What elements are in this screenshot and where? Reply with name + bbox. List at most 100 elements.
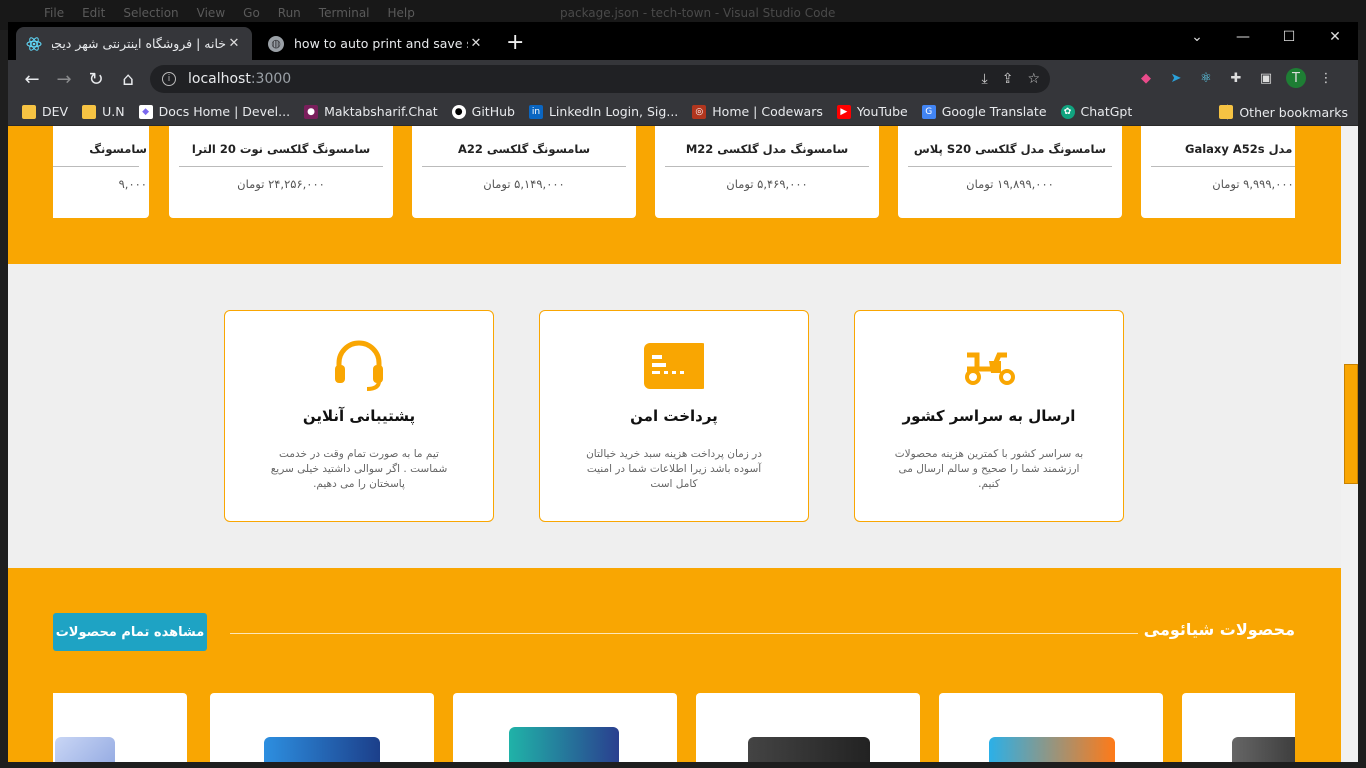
product-price: ۱۹,۸۹۹,۰۰۰ تومان xyxy=(966,177,1054,191)
reload-icon[interactable]: ↻ xyxy=(80,63,112,95)
linkedin-icon: in xyxy=(528,104,543,119)
install-icon[interactable]: ⤓ xyxy=(982,71,988,87)
product-card[interactable]: سامسونگ مدل گلکسی S20 پلاس ۱۹,۸۹۹,۰۰۰ تو… xyxy=(898,126,1122,218)
extensions-puzzle-icon[interactable]: ✚ xyxy=(1226,68,1246,88)
samsung-product-row: سامسونگ ۹,۰۰۰ سامسونگ گلکسی نوت 20 الترا… xyxy=(53,126,1295,218)
site-info-icon[interactable]: i xyxy=(162,72,176,86)
feature-card-support: پشتیبانی آنلاین تیم ما به صورت تمام وقت … xyxy=(224,310,494,522)
phone-image xyxy=(509,727,619,762)
product-name: سامسونگ مدل گلکسی M22 xyxy=(685,142,849,156)
close-window-icon[interactable]: ✕ xyxy=(1312,22,1358,52)
divider xyxy=(53,166,139,167)
product-name: سامسونگ xyxy=(89,142,147,156)
vscode-menu-item[interactable]: Edit xyxy=(82,6,105,20)
product-price: ۹,۹۹۹,۰۰۰ تومان xyxy=(1212,177,1294,191)
product-card[interactable] xyxy=(1182,693,1295,762)
forward-icon[interactable]: → xyxy=(48,63,80,95)
tab-strip: خانه | فروشگاه اینترنتی شهر دیجیتال ✕ ◍ … xyxy=(8,22,1358,60)
minimize-icon[interactable]: — xyxy=(1220,22,1266,52)
vscode-menu-item[interactable]: Help xyxy=(388,6,415,20)
phone-image xyxy=(1232,737,1295,762)
card-icon xyxy=(644,343,704,389)
product-card[interactable]: سامسونگ گلکسی نوت 20 الترا ۲۴,۲۵۶,۰۰۰ تو… xyxy=(169,126,393,218)
view-all-products-button[interactable]: مشاهده تمام محصولات xyxy=(53,613,207,651)
tab-home[interactable]: خانه | فروشگاه اینترنتی شهر دیجیتال ✕ xyxy=(16,27,252,60)
bookmark-translate[interactable]: G Google Translate xyxy=(921,104,1047,119)
bookmark-youtube[interactable]: ▶ YouTube xyxy=(836,104,908,119)
product-name: سامسونگ مدل گلکسی S20 پلاس xyxy=(913,142,1107,156)
divider xyxy=(908,166,1112,167)
page-viewport: سامسونگ ۹,۰۰۰ سامسونگ گلکسی نوت 20 الترا… xyxy=(8,126,1341,762)
product-card[interactable]: سامسونگ گلکسی A22 ۵,۱۴۹,۰۰۰ تومان xyxy=(412,126,636,218)
bookmark-label: Maktabsharif.Chat xyxy=(324,104,438,119)
product-card[interactable] xyxy=(210,693,434,762)
bookmark-docs[interactable]: ◆ Docs Home | Devel... xyxy=(138,104,290,119)
vscode-menu-item[interactable]: File xyxy=(44,6,64,20)
bookmark-github[interactable]: ● GitHub xyxy=(451,104,515,119)
close-icon[interactable]: ✕ xyxy=(468,36,484,51)
vscode-menu-item[interactable]: Terminal xyxy=(319,6,370,20)
bookmark-un[interactable]: U.N xyxy=(82,104,125,119)
vscode-menu-item[interactable]: View xyxy=(197,6,225,20)
product-price: ۲۴,۲۵۶,۰۰۰ تومان xyxy=(237,177,325,191)
product-card[interactable]: ونگ مدل Galaxy A52s ۹,۹۹۹,۰۰۰ تومان xyxy=(1141,126,1295,218)
feature-card-payment: پرداخت امن در زمان پرداخت هزینه سبد خرید… xyxy=(539,310,809,522)
bookmark-label: ChatGpt xyxy=(1080,104,1133,119)
openai-icon: ✿ xyxy=(1060,104,1075,119)
vscode-menu: File Edit Selection View Go Run Terminal… xyxy=(44,6,415,20)
vscode-menu-item[interactable]: Selection xyxy=(123,6,178,20)
bookmark-dev[interactable]: DEV xyxy=(22,104,68,119)
share-icon[interactable]: ⇪ xyxy=(1002,71,1014,87)
bookmark-codewars[interactable]: ◎ Home | Codewars xyxy=(692,104,823,119)
product-price: ۵,۱۴۹,۰۰۰ تومان xyxy=(483,177,565,191)
product-card[interactable]: سامسونگ ۹,۰۰۰ xyxy=(53,126,149,218)
vscode-window-title: package.json - tech-town - Visual Studio… xyxy=(560,6,836,20)
react-icon xyxy=(26,36,42,52)
vscode-menu-item[interactable]: Go xyxy=(243,6,260,20)
bookmark-linkedin[interactable]: in LinkedIn Login, Sig... xyxy=(528,104,678,119)
menu-dots-icon[interactable]: ⋮ xyxy=(1316,68,1336,88)
home-icon[interactable]: ⌂ xyxy=(112,63,144,95)
back-icon[interactable]: ← xyxy=(16,63,48,95)
folder-icon xyxy=(82,104,97,119)
address-bar[interactable]: i localhost:3000 ⤓ ⇪ ☆ xyxy=(150,65,1050,93)
features-section: پشتیبانی آنلاین تیم ما به صورت تمام وقت … xyxy=(8,264,1341,568)
new-tab-button[interactable]: + xyxy=(506,30,524,55)
feature-title: پشتیبانی آنلاین xyxy=(302,407,416,425)
maximize-icon[interactable]: ☐ xyxy=(1266,22,1312,52)
feature-title: ارسال به سراسر کشور xyxy=(902,407,1076,425)
other-bookmarks[interactable]: Other bookmarks xyxy=(1219,98,1348,126)
side-panel-icon[interactable]: ▣ xyxy=(1256,68,1276,88)
product-card[interactable]: سامسونگ مدل گلکسی M22 ۵,۴۶۹,۰۰۰ تومان xyxy=(655,126,879,218)
phone-image xyxy=(989,737,1115,762)
scrollbar-thumb[interactable] xyxy=(1344,364,1358,484)
extensions-area: ◆ ➤ ⚛ ✚ ▣ T ⋮ xyxy=(1136,68,1336,88)
bookmark-maktab[interactable]: ● Maktabsharif.Chat xyxy=(304,104,438,119)
feature-title: پرداخت امن xyxy=(630,407,718,425)
section-title: محصولات شیائومی xyxy=(1143,620,1295,639)
feature-description: به سراسر کشور با کمترین هزینه محصولات ار… xyxy=(894,448,1084,490)
divider xyxy=(665,166,869,167)
product-name: ونگ مدل Galaxy A52s xyxy=(1185,142,1295,156)
bookmark-chatgpt[interactable]: ✿ ChatGpt xyxy=(1060,104,1133,119)
telegram-icon[interactable]: ➤ xyxy=(1166,68,1186,88)
phone-image xyxy=(55,737,115,762)
product-card[interactable] xyxy=(939,693,1163,762)
bookmark-star-icon[interactable]: ☆ xyxy=(1027,71,1040,87)
divider xyxy=(1151,166,1295,167)
product-card[interactable] xyxy=(53,693,187,762)
vscode-menu-item[interactable]: Run xyxy=(278,6,301,20)
product-name: سامسونگ گلکسی A22 xyxy=(457,142,591,156)
product-card[interactable] xyxy=(453,693,677,762)
avatar[interactable]: T xyxy=(1286,68,1306,88)
product-card[interactable] xyxy=(696,693,920,762)
bookmark-label: U.N xyxy=(102,104,125,119)
color-picker-icon[interactable]: ◆ xyxy=(1136,68,1156,88)
page-scrollbar[interactable] xyxy=(1341,126,1358,762)
close-icon[interactable]: ✕ xyxy=(226,36,242,51)
bookmark-label: GitHub xyxy=(471,104,515,119)
tab-search-icon[interactable]: ⌄ xyxy=(1174,22,1220,52)
bookmark-label: Home | Codewars xyxy=(712,104,823,119)
react-devtools-icon[interactable]: ⚛ xyxy=(1196,68,1216,88)
tab-how-to[interactable]: ◍ how to auto print and save screen ✕ xyxy=(258,27,494,60)
